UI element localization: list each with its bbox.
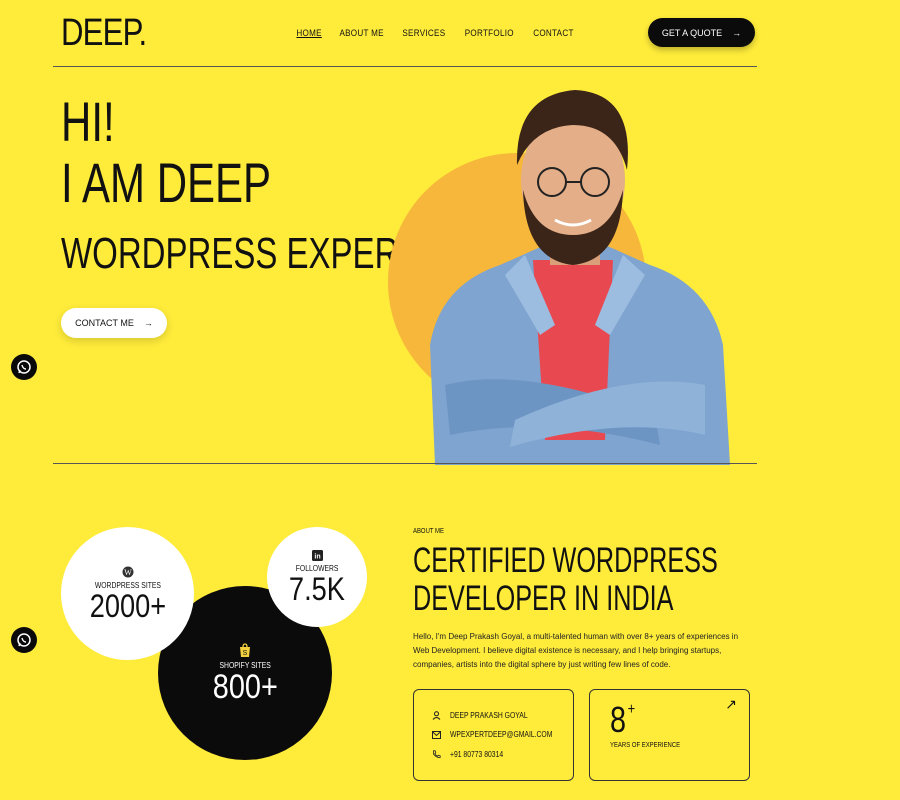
arrow-up-right-icon[interactable]: ↗: [725, 696, 737, 713]
about-title-line1: CERTIFIED WORDPRESS: [413, 541, 718, 580]
main-nav: HOME ABOUT ME SERVICES PORTFOLIO CONTACT: [295, 28, 576, 38]
nav-about[interactable]: ABOUT ME: [340, 28, 384, 38]
followers-stat-circle: in FOLLOWERS 7.5K: [267, 527, 367, 627]
user-icon: [432, 711, 441, 720]
header-divider: [53, 66, 757, 67]
contact-name: DEEP PRAKASH GOYAL: [450, 711, 528, 720]
nav-portfolio[interactable]: PORTFOLIO: [465, 28, 514, 38]
contact-phone[interactable]: +91 80773 80314: [450, 750, 503, 759]
get-a-quote-button[interactable]: GET A QUOTE →: [648, 18, 755, 47]
svg-text:W: W: [124, 568, 132, 577]
contact-info-card: DEEP PRAKASH GOYAL WPEXPERTDEEP@GMAIL.CO…: [413, 689, 574, 781]
experience-label: YEARS OF EXPERIENCE: [610, 742, 681, 749]
shopify-icon: S: [240, 642, 250, 657]
phone-icon: [433, 750, 441, 758]
whatsapp-icon[interactable]: [11, 627, 37, 653]
nav-services[interactable]: SERVICES: [403, 28, 446, 38]
mail-icon: [432, 730, 441, 739]
contact-me-button[interactable]: CONTACT ME →: [61, 308, 167, 338]
wordpress-stat-circle: W WORDPRESS SITES 2000+: [61, 527, 194, 660]
contact-phone-row: +91 80773 80314: [432, 750, 513, 759]
nav-home[interactable]: HOME: [296, 28, 321, 38]
experience-card[interactable]: 8+ YEARS OF EXPERIENCE ↗: [589, 689, 750, 781]
linkedin-icon: in: [311, 549, 323, 561]
arrow-right-icon: →: [143, 318, 153, 328]
about-title: CERTIFIED WORDPRESS DEVELOPER IN INDIA: [413, 542, 718, 618]
arrow-right-icon: →: [732, 27, 742, 38]
contact-email-row: WPEXPERTDEEP@GMAIL.COM: [432, 730, 570, 739]
hero-divider: [53, 463, 757, 464]
contact-email[interactable]: WPEXPERTDEEP@GMAIL.COM: [450, 730, 552, 739]
experience-value: 8+: [610, 699, 636, 740]
get-a-quote-label: GET A QUOTE: [661, 27, 723, 38]
contact-name-row: DEEP PRAKASH GOYAL: [432, 711, 541, 720]
svg-text:S: S: [243, 650, 248, 657]
portrait-image: [430, 90, 730, 465]
contact-me-label: CONTACT ME: [75, 318, 134, 328]
shopify-stat-value: 800+: [212, 667, 278, 706]
about-paragraph: Hello, I'm Deep Prakash Goyal, a multi-t…: [413, 632, 739, 669]
whatsapp-icon[interactable]: [11, 354, 37, 380]
site-logo[interactable]: DEEP.: [61, 12, 147, 55]
hero-greeting: HI!: [61, 90, 115, 153]
wordpress-icon: W: [122, 566, 133, 577]
hero-role: WORDPRESS EXPERT: [61, 229, 418, 278]
nav-contact[interactable]: CONTACT: [533, 28, 573, 38]
followers-stat-value: 7.5K: [289, 570, 345, 607]
hero-name: I AM DEEP: [61, 151, 272, 214]
svg-text:in: in: [314, 553, 320, 560]
about-eyebrow: ABOUT ME: [413, 528, 444, 535]
about-title-line2: DEVELOPER IN INDIA: [413, 579, 674, 618]
wordpress-stat-value: 2000+: [89, 587, 166, 624]
